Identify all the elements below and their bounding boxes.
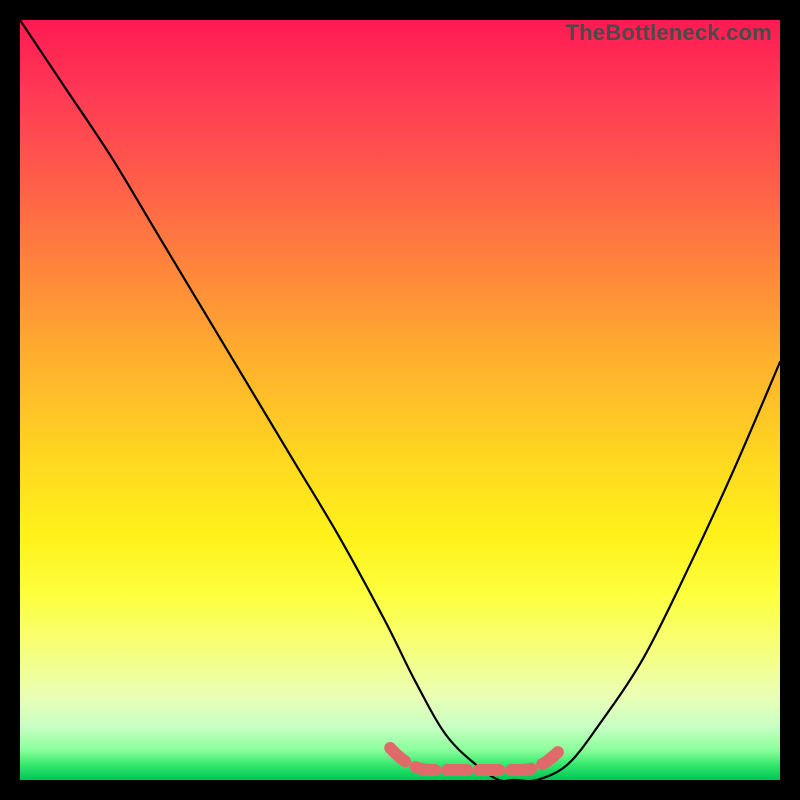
chart-frame: TheBottleneck.com	[20, 20, 780, 780]
flat-region-marker	[390, 748, 562, 770]
bottleneck-curve-path	[20, 20, 780, 781]
chart-svg	[20, 20, 780, 780]
